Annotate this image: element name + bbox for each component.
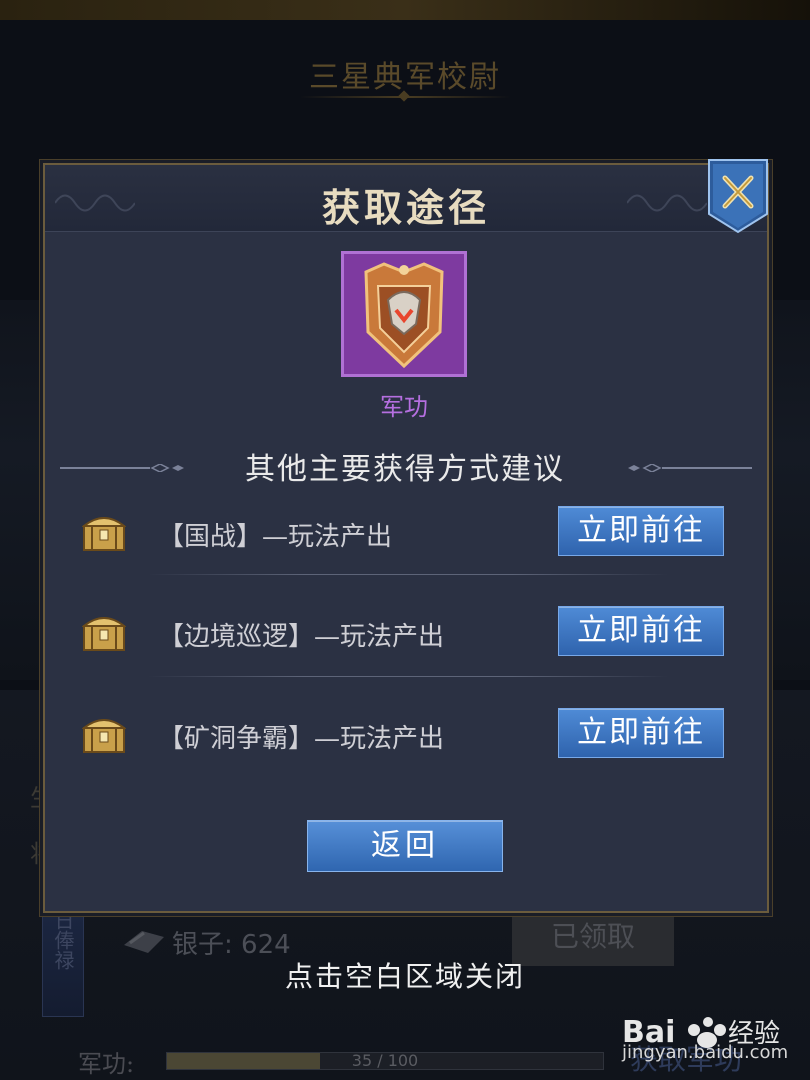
military-merit-badge-icon — [364, 262, 444, 369]
background-top-bar — [0, 0, 810, 20]
section-right-ornament — [628, 464, 752, 472]
treasure-chest-icon — [82, 517, 126, 551]
source-label: 【国战】—玩法产出 — [158, 522, 393, 552]
treasure-chest-icon — [82, 617, 126, 651]
background-military-progress: 35 / 100 — [166, 1051, 604, 1070]
row-divider — [148, 676, 668, 677]
close-icon[interactable] — [707, 158, 769, 234]
source-row-mine-contest: 【矿洞争霸】—玩法产出 立即前往 — [78, 708, 730, 768]
back-button[interactable]: 返回 — [307, 820, 503, 872]
modal-header: 获取途径 — [45, 165, 767, 232]
go-now-button[interactable]: 立即前往 — [558, 708, 724, 758]
go-now-button[interactable]: 立即前往 — [558, 606, 724, 656]
background-rank-title: 三星典军校尉 — [309, 60, 501, 95]
go-now-button[interactable]: 立即前往 — [558, 506, 724, 556]
source-label: 【边境巡逻】—玩法产出 — [158, 622, 445, 652]
modal-title: 获取途径 — [321, 185, 490, 230]
watermark-url: jingyan.baidu.com — [622, 1042, 789, 1063]
source-row-border-patrol: 【边境巡逻】—玩法产出 立即前往 — [78, 606, 730, 666]
silver-ingot-icon — [124, 931, 164, 953]
item-name: 军功 — [380, 393, 428, 421]
source-label: 【矿洞争霸】—玩法产出 — [158, 724, 445, 754]
item-icon-frame — [341, 251, 467, 377]
source-row-national-war: 【国战】—玩法产出 立即前往 — [78, 506, 730, 566]
row-divider — [148, 574, 668, 575]
progress-text: 35 / 100 — [351, 1051, 419, 1070]
tap-outside-to-close-hint[interactable]: 点击空白区域关闭 — [0, 955, 810, 995]
treasure-chest-icon — [82, 719, 126, 753]
background-military-label: 军功: — [78, 1050, 135, 1078]
